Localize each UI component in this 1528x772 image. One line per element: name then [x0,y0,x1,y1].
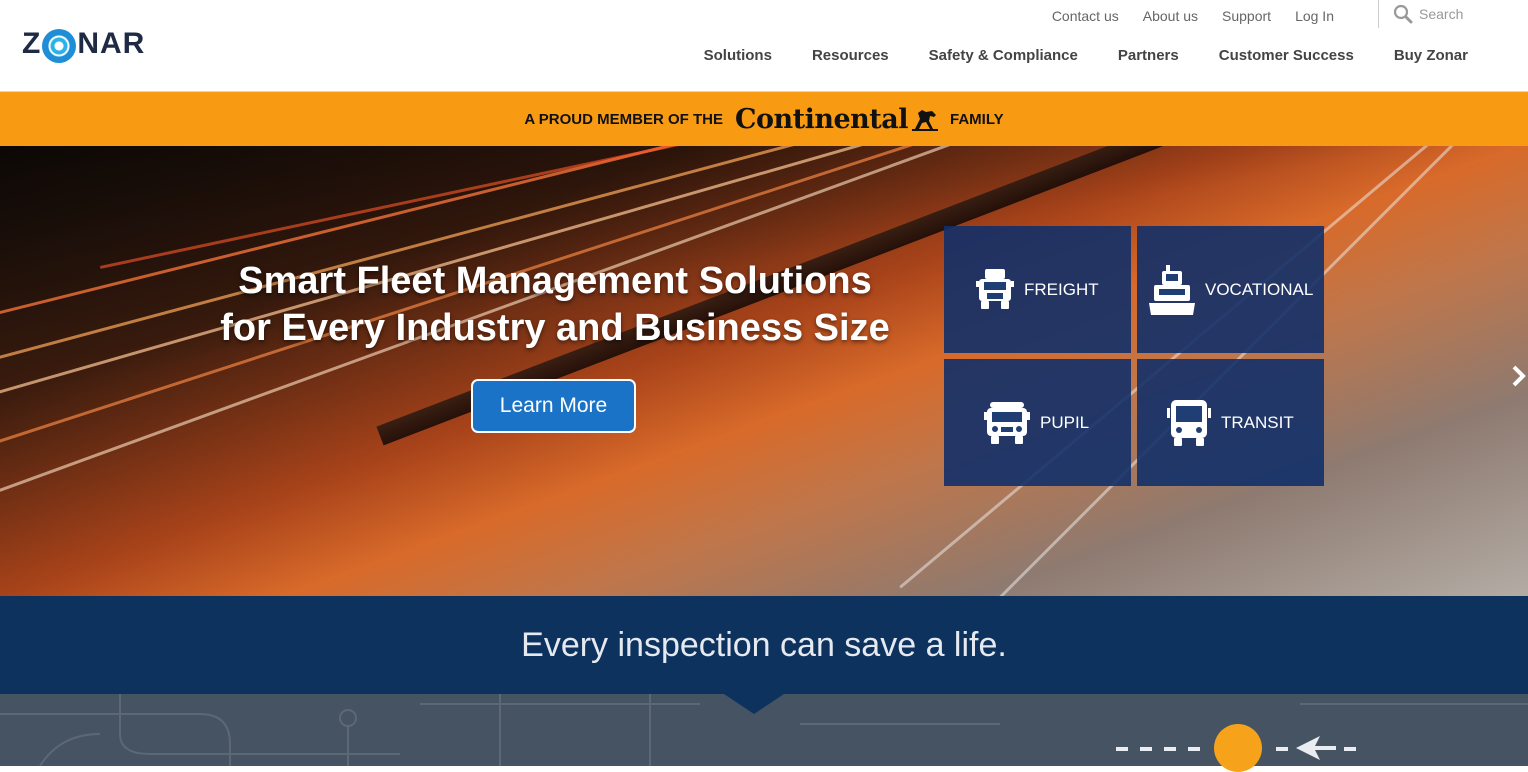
tile-vocational-label: VOCATIONAL [1205,279,1314,299]
route-dash [1164,747,1176,751]
hero-title-line1: Smart Fleet Management Solutions [238,260,872,302]
contact-us-link[interactable]: Contact us [1052,8,1119,24]
tile-vocational[interactable]: VOCATIONAL [1137,226,1324,353]
main-nav: Solutions Resources Safety & Compliance … [664,47,1468,64]
tile-pupil-label: PUPIL [1040,412,1090,432]
route-dash [1140,747,1152,751]
tile-transit-label: TRANSIT [1221,412,1294,432]
learn-more-button[interactable]: Learn More [471,379,636,433]
hero-section: Smart Fleet Management Solutions for Eve… [0,146,1528,596]
horse-icon [912,110,939,131]
route-dash [1188,747,1200,751]
tile-transit[interactable]: TRANSIT [1137,359,1324,486]
logo-letter-z: Z [22,27,42,60]
search-icon [1393,4,1413,24]
continental-banner[interactable]: A PROUD MEMBER OF THE Continental FAMILY [0,92,1528,146]
log-in-link[interactable]: Log In [1295,8,1334,24]
zonar-logo[interactable]: Z NAR [22,24,145,64]
route-dash [1116,747,1128,751]
nav-solutions[interactable]: Solutions [704,47,772,64]
section-pointer [724,694,784,714]
carousel-next-icon[interactable] [1511,364,1528,388]
route-dash [1276,747,1288,751]
plow-truck-icon [1149,264,1195,315]
route-dash [1344,747,1356,751]
continental-wordmark: Continental [734,103,909,135]
route-arrow-icon [1296,736,1336,760]
banner-suffix: FAMILY [950,110,1004,128]
nav-resources[interactable]: Resources [812,47,889,64]
nav-customer-success[interactable]: Customer Success [1219,47,1354,64]
support-link[interactable]: Support [1222,8,1271,24]
logo-target-icon [42,29,77,63]
banner-prefix: A PROUD MEMBER OF THE [524,110,723,128]
about-us-link[interactable]: About us [1143,8,1198,24]
hero-title-line2: for Every Industry and Business Size [220,307,890,349]
tagline-strip: Every inspection can save a life. [0,596,1528,694]
route-marker [1214,724,1262,772]
school-bus-icon [984,401,1030,444]
tile-pupil[interactable]: PUPIL [944,359,1131,486]
site-header: Z NAR Contact us About us Support Log In… [0,0,1528,92]
truck-icon [976,268,1014,309]
logo-letters-nar: NAR [77,27,146,60]
search-placeholder: Search [1419,6,1464,22]
nav-safety-compliance[interactable]: Safety & Compliance [929,47,1078,64]
tile-freight-label: FREIGHT [1024,279,1099,299]
tile-freight[interactable]: FREIGHT [944,226,1131,353]
utility-nav: Contact us About us Support Log In [1052,6,1358,26]
bus-icon [1167,399,1211,446]
search-box[interactable]: Search [1378,0,1508,28]
hero-title: Smart Fleet Management Solutions for Eve… [190,258,920,352]
nav-partners[interactable]: Partners [1118,47,1179,64]
nav-buy-zonar[interactable]: Buy Zonar [1394,47,1468,64]
continental-logo: Continental [734,103,939,135]
tagline-text: Every inspection can save a life. [521,625,1007,664]
